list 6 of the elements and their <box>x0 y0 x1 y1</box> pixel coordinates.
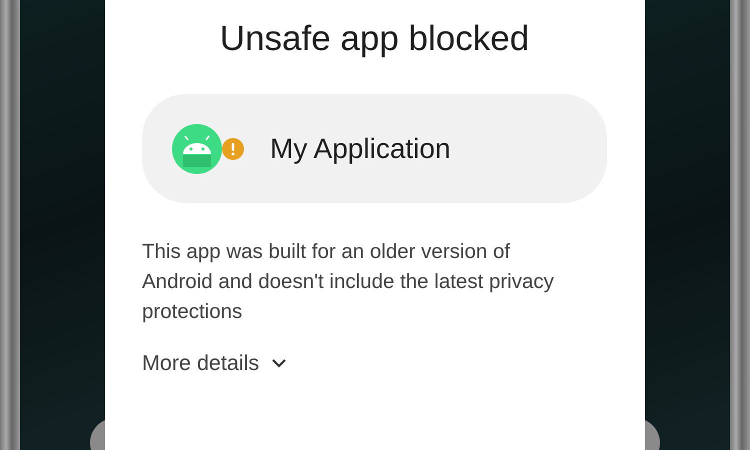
chevron-icon <box>271 358 288 368</box>
app-name: My Application <box>270 132 451 166</box>
android-app-icon <box>172 124 222 174</box>
dialog-title: Unsafe app blocked <box>218 18 530 60</box>
warning-message: This app was built for an older version of Android and doesn't include the latest privacy protections <box>142 239 555 325</box>
more-details-toggle[interactable]: More details <box>142 347 288 380</box>
